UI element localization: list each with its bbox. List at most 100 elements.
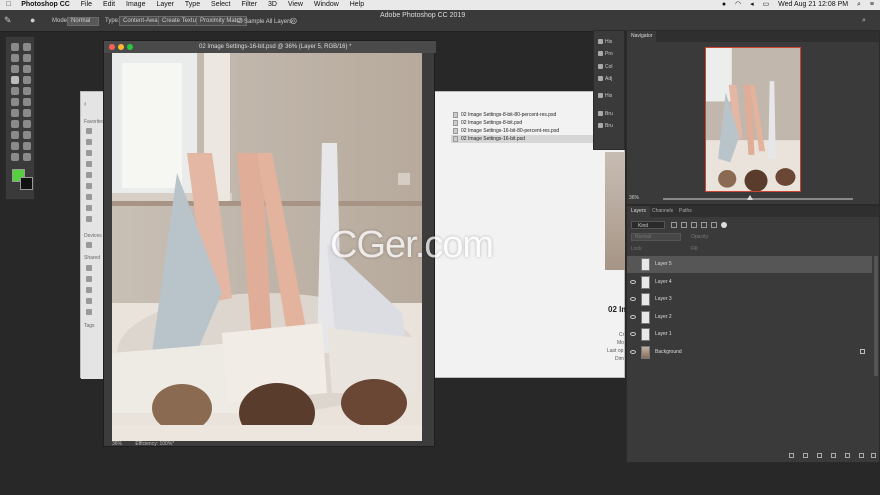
folder-icon[interactable] bbox=[86, 150, 92, 156]
history-panel-icon[interactable]: His bbox=[598, 39, 612, 45]
crop-tool-icon[interactable] bbox=[11, 65, 19, 73]
dodge-tool-icon[interactable] bbox=[23, 109, 31, 117]
navigator-zoom[interactable]: 36% bbox=[629, 195, 639, 201]
marquee-tool-icon[interactable] bbox=[23, 43, 31, 51]
menu-select[interactable]: Select bbox=[211, 0, 230, 10]
opacity-field[interactable]: Opacity: bbox=[691, 234, 709, 240]
computer-icon[interactable] bbox=[86, 276, 92, 282]
adjustment-layer-icon[interactable] bbox=[831, 453, 836, 458]
layer-row[interactable]: Layer 1 bbox=[627, 326, 872, 343]
volume-icon[interactable]: ◂ bbox=[750, 0, 754, 10]
list-item[interactable]: 02 Image Settings-8-bit.psd bbox=[451, 119, 601, 127]
layers-scrollbar[interactable] bbox=[874, 256, 878, 376]
color-panel-icon[interactable]: Col bbox=[598, 64, 613, 70]
layer-name[interactable]: Background bbox=[655, 349, 682, 355]
angle-icon[interactable]: ◎ bbox=[290, 16, 297, 25]
folder-icon[interactable] bbox=[86, 172, 92, 178]
lasso-tool-icon[interactable] bbox=[11, 54, 19, 62]
computer-icon[interactable] bbox=[86, 298, 92, 304]
visibility-eye-icon[interactable] bbox=[630, 314, 636, 319]
menubar-clock[interactable]: Wed Aug 21 12:08 PM bbox=[778, 0, 848, 10]
properties-panel-icon[interactable]: Pro bbox=[598, 51, 613, 57]
disk-icon[interactable] bbox=[86, 242, 92, 248]
apps-icon[interactable] bbox=[86, 183, 92, 189]
path-select-tool-icon[interactable] bbox=[11, 131, 19, 139]
gradient-tool-icon[interactable] bbox=[23, 98, 31, 106]
zoom-tool-icon[interactable] bbox=[23, 142, 31, 150]
layer-row[interactable]: Layer 3 bbox=[627, 291, 872, 308]
zoom-slider[interactable] bbox=[663, 198, 853, 200]
minimize-icon[interactable] bbox=[118, 44, 124, 50]
history-brush-tool-icon[interactable] bbox=[23, 87, 31, 95]
documents-icon[interactable] bbox=[86, 205, 92, 211]
menu-layer[interactable]: Layer bbox=[156, 0, 174, 10]
patch-tool-icon[interactable]: ✎ bbox=[4, 15, 12, 26]
add-mask-icon[interactable] bbox=[817, 453, 822, 458]
background-color-swatch[interactable] bbox=[20, 177, 33, 190]
brush-settings-panel-icon[interactable]: Bru bbox=[598, 111, 613, 117]
brushes-panel-icon[interactable]: Bru bbox=[598, 123, 613, 129]
layer-row[interactable]: Layer 2 bbox=[627, 309, 872, 326]
fill-field[interactable]: Fill: bbox=[691, 246, 699, 252]
pen-tool-icon[interactable] bbox=[11, 120, 19, 128]
layer-name[interactable]: Layer 5 bbox=[655, 261, 672, 267]
type-filter-icon[interactable] bbox=[691, 222, 697, 228]
computer-icon[interactable] bbox=[86, 287, 92, 293]
battery-icon[interactable]: ▭ bbox=[763, 0, 770, 10]
menu-window[interactable]: Window bbox=[314, 0, 339, 10]
more-tools-icon[interactable] bbox=[11, 153, 19, 161]
search-icon[interactable]: ⌕ bbox=[862, 17, 866, 25]
new-group-icon[interactable] bbox=[845, 453, 850, 458]
mode-select[interactable]: Normal bbox=[67, 17, 99, 26]
menu-view[interactable]: View bbox=[288, 0, 303, 10]
menu-list-icon[interactable]: ≡ bbox=[870, 0, 874, 10]
blur-tool-icon[interactable] bbox=[11, 109, 19, 117]
efficiency-status[interactable]: Efficiency: 100%* bbox=[135, 441, 174, 447]
zoom-icon[interactable] bbox=[127, 44, 133, 50]
menu-edit[interactable]: Edit bbox=[103, 0, 115, 10]
folder-icon[interactable] bbox=[86, 161, 92, 167]
close-icon[interactable] bbox=[109, 44, 115, 50]
eyedropper-tool-icon[interactable] bbox=[23, 65, 31, 73]
healing-brush-tool-icon[interactable] bbox=[11, 76, 19, 84]
folder-icon[interactable] bbox=[86, 128, 92, 134]
visibility-eye-icon[interactable] bbox=[630, 279, 636, 284]
menu-type[interactable]: Type bbox=[185, 0, 200, 10]
computer-icon[interactable] bbox=[86, 309, 92, 315]
layer-kind-filter[interactable]: Kind bbox=[631, 221, 665, 229]
document-titlebar[interactable]: 02 Image Settings-16-bit.psd @ 36% (Laye… bbox=[104, 41, 436, 53]
menu-filter[interactable]: Filter bbox=[241, 0, 257, 10]
menu-3d[interactable]: 3D bbox=[268, 0, 277, 10]
edit-toolbar-icon[interactable] bbox=[23, 153, 31, 161]
type-tool-icon[interactable] bbox=[23, 120, 31, 128]
pixel-filter-icon[interactable] bbox=[671, 222, 677, 228]
adjustment-filter-icon[interactable] bbox=[681, 222, 687, 228]
tab-paths[interactable]: Paths bbox=[675, 206, 696, 217]
tab-navigator[interactable]: Navigator bbox=[627, 31, 657, 42]
menu-file[interactable]: File bbox=[81, 0, 92, 10]
link-layers-icon[interactable] bbox=[789, 453, 794, 458]
back-icon[interactable]: ‹ bbox=[84, 101, 86, 108]
fx-icon[interactable] bbox=[803, 453, 808, 458]
visibility-eye-icon[interactable] bbox=[630, 332, 636, 336]
layer-name[interactable]: Layer 3 bbox=[655, 296, 672, 302]
creative-cloud-icon[interactable]: ● bbox=[722, 0, 726, 10]
brush-preset-icon[interactable]: ● bbox=[30, 15, 35, 25]
layer-row[interactable]: Layer 4 bbox=[627, 274, 872, 291]
menu-help[interactable]: Help bbox=[350, 0, 364, 10]
quick-select-tool-icon[interactable] bbox=[23, 54, 31, 62]
list-item[interactable]: 02 Image Settings-8-bit-80-percent-res.p… bbox=[451, 111, 601, 119]
lock-controls[interactable]: Lock: bbox=[631, 246, 643, 252]
visibility-eye-icon[interactable] bbox=[630, 349, 636, 354]
visibility-eye-icon[interactable] bbox=[630, 297, 636, 301]
layer-name[interactable]: Layer 4 bbox=[655, 279, 672, 285]
spotlight-icon[interactable]: ⌕ bbox=[857, 0, 861, 10]
desktop-icon[interactable] bbox=[86, 194, 92, 200]
shape-filter-icon[interactable] bbox=[701, 222, 707, 228]
tab-layers[interactable]: Layers bbox=[627, 206, 651, 217]
zoom-level[interactable]: 36% bbox=[112, 441, 122, 447]
brush-tool-icon[interactable] bbox=[23, 76, 31, 84]
filter-toggle[interactable] bbox=[721, 222, 727, 228]
new-layer-icon[interactable] bbox=[859, 453, 864, 458]
eraser-tool-icon[interactable] bbox=[11, 98, 19, 106]
